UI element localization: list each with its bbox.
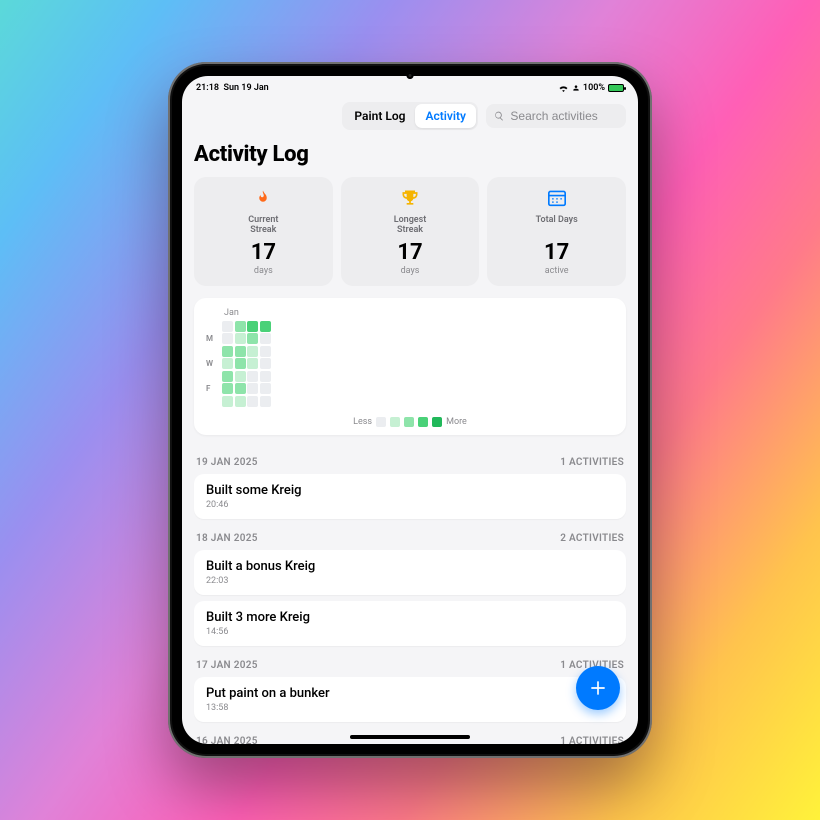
user-icon [572, 84, 580, 92]
status-date: Sun 19 Jan [224, 83, 269, 93]
heatmap-day-labels: MWF [206, 321, 218, 407]
activity-entry[interactable]: Built some Kreig 20:46 [194, 474, 626, 519]
heatmap-cell[interactable] [235, 333, 246, 344]
heatmap-cell[interactable] [260, 371, 271, 382]
status-bar: 21:18 Sun 19 Jan 100% [182, 76, 638, 96]
log-count: 2 ACTIVITIES [560, 533, 624, 544]
heatmap-cell[interactable] [222, 396, 233, 407]
entry-title: Built 3 more Kreig [206, 610, 614, 625]
top-bar: Paint Log Activity [194, 96, 626, 140]
wifi-icon [558, 84, 569, 92]
search-icon [494, 110, 504, 122]
heatmap-cell[interactable] [260, 383, 271, 394]
stat-longest-streak: LongestStreak 17 days [341, 177, 480, 286]
stats-row: CurrentStreak 17 days LongestStreak 17 d… [194, 177, 626, 286]
heatmap-cell[interactable] [222, 358, 233, 369]
stat-total-days: Total Days 17 active [487, 177, 626, 286]
heatmap-cell[interactable] [222, 371, 233, 382]
entry-time: 13:58 [206, 703, 614, 713]
tab-activity[interactable]: Activity [415, 104, 476, 128]
page-title: Activity Log [194, 142, 626, 167]
log-date: 16 JAN 2025 [196, 736, 258, 744]
stat-current-streak: CurrentStreak 17 days [194, 177, 333, 286]
battery-pct: 100% [583, 83, 605, 93]
wallpaper: 21:18 Sun 19 Jan 100% Paint Log Activity [0, 0, 820, 820]
entry-time: 22:03 [206, 576, 614, 586]
screen: 21:18 Sun 19 Jan 100% Paint Log Activity [182, 76, 638, 744]
heatmap-cell[interactable] [235, 383, 246, 394]
device-frame: 21:18 Sun 19 Jan 100% Paint Log Activity [168, 62, 652, 758]
entry-time: 14:56 [206, 627, 614, 637]
heatmap-cell[interactable] [247, 371, 258, 382]
heatmap-cell[interactable] [247, 383, 258, 394]
heatmap-cell[interactable] [247, 346, 258, 357]
heatmap-cell[interactable] [235, 321, 246, 332]
heatmap-cell[interactable] [235, 371, 246, 382]
activity-entry[interactable]: Built 3 more Kreig 14:56 [194, 601, 626, 646]
view-toggle: Paint Log Activity [342, 102, 478, 130]
log-count: 1 ACTIVITIES [560, 736, 624, 744]
heatmap-cell[interactable] [222, 383, 233, 394]
entry-title: Built some Kreig [206, 483, 614, 498]
heatmap-cell[interactable] [222, 321, 233, 332]
plus-icon [588, 678, 608, 698]
fire-icon [254, 188, 272, 208]
entry-title: Built a bonus Kreig [206, 559, 614, 574]
heatmap-grid[interactable] [222, 321, 271, 407]
heatmap-cell[interactable] [260, 358, 271, 369]
heatmap-cell[interactable] [247, 321, 258, 332]
heatmap-cell[interactable] [235, 396, 246, 407]
heatmap-cell[interactable] [260, 321, 271, 332]
entry-title: Put paint on a bunker [206, 686, 614, 701]
tab-paint-log[interactable]: Paint Log [344, 104, 415, 128]
heatmap-legend: Less More [206, 417, 614, 427]
heatmap-cell[interactable] [247, 333, 258, 344]
calendar-icon [547, 189, 567, 207]
log-section-header: 18 JAN 2025 2 ACTIVITIES [194, 525, 626, 550]
heatmap-cell[interactable] [247, 358, 258, 369]
log-section-header: 17 JAN 20251 ACTIVITIES [194, 652, 626, 677]
activity-entry[interactable]: Put paint on a bunker 13:58 [194, 677, 626, 722]
heatmap-cell[interactable] [235, 358, 246, 369]
heatmap-cell[interactable] [260, 396, 271, 407]
heatmap-cell[interactable] [247, 396, 258, 407]
battery-icon [608, 84, 624, 92]
heatmap-cell[interactable] [260, 346, 271, 357]
log-date: 18 JAN 2025 [196, 533, 258, 544]
trophy-icon [400, 188, 420, 208]
clock: 21:18 [196, 83, 219, 93]
log-date: 19 JAN 2025 [196, 457, 258, 468]
log-date: 17 JAN 2025 [196, 660, 258, 671]
heatmap-card: Jan MWF Less More [194, 298, 626, 435]
log-section-header: 19 JAN 2025 1 ACTIVITIES [194, 449, 626, 474]
log-count: 1 ACTIVITIES [560, 457, 624, 468]
heatmap-cell[interactable] [235, 346, 246, 357]
activity-log-list[interactable]: 19 JAN 2025 1 ACTIVITIES Built some Kreig 2… [194, 449, 626, 744]
add-activity-button[interactable] [576, 666, 620, 710]
activity-entry[interactable]: Built a bonus Kreig 22:03 [194, 550, 626, 595]
home-indicator[interactable] [350, 735, 470, 739]
heatmap-cell[interactable] [222, 346, 233, 357]
search-input[interactable] [510, 109, 618, 123]
heatmap-month: Jan [224, 308, 614, 318]
search-field[interactable] [486, 104, 626, 128]
heatmap-cell[interactable] [222, 333, 233, 344]
front-camera [407, 72, 414, 79]
entry-time: 20:46 [206, 500, 614, 510]
heatmap-cell[interactable] [260, 333, 271, 344]
